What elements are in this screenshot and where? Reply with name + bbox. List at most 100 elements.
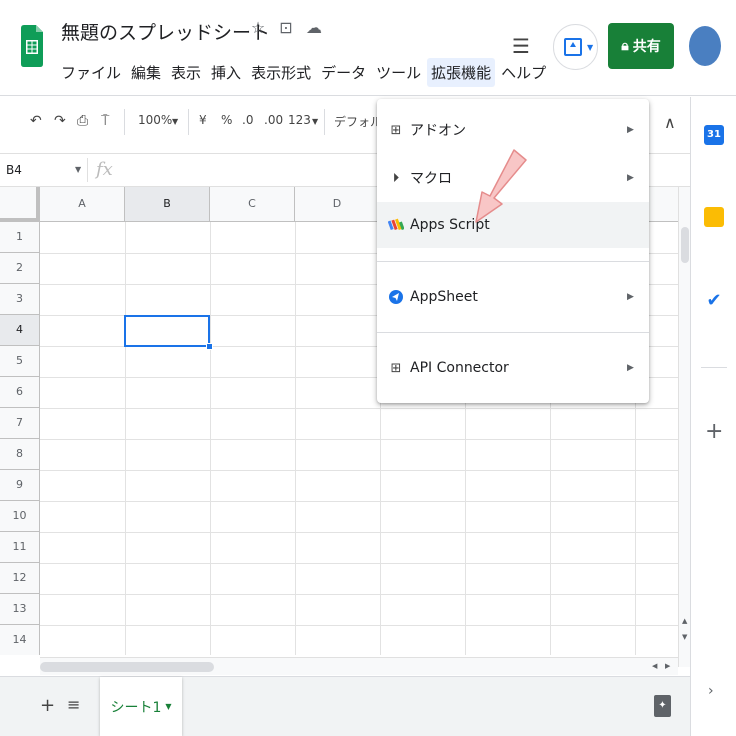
side-panel: 31 ✔ + › [690,97,736,736]
explore-icon[interactable]: ✦ [654,695,671,717]
tasks-icon[interactable]: ✔ [704,291,724,311]
row-header[interactable]: 12 [0,563,40,594]
column-header-d[interactable]: D [295,187,380,222]
sheet-tab-bar: + ≡ シート1 ▼ ✦ [0,676,690,736]
percent-button[interactable]: % [221,113,232,127]
expand-panel-icon[interactable]: › [708,683,714,699]
menu-extensions[interactable]: 拡張機能 [427,58,496,87]
extensions-menu: ⊞ アドオン ▶ ⏵ マクロ ▶ Apps Script AppSheet ▶ … [377,99,649,403]
share-label: 共有 [632,39,661,55]
cloud-status-icon[interactable]: ☁ [304,18,324,37]
number-format-button[interactable]: 123 [288,113,311,127]
zoom-select[interactable]: 100% [138,113,172,127]
scroll-up-icon[interactable]: ▲ [682,617,687,625]
column-header-b[interactable]: B [125,187,210,222]
app-header: 無題のスプレッドシート ☆ ⊡ ☁ ファイル 編集 表示 挿入 表示形式 データ… [0,0,736,96]
redo-icon[interactable]: ↷ [54,113,66,129]
menu-item-appsheet[interactable]: AppSheet ▶ [377,274,649,320]
chevron-right-icon: ▶ [627,363,634,373]
select-all-corner[interactable] [0,187,40,222]
undo-icon[interactable]: ↶ [30,113,42,129]
move-to-folder-icon[interactable]: ⊡ [276,18,296,37]
appsheet-icon [387,288,405,306]
chevron-down-icon[interactable]: ▼ [75,165,81,174]
menubar: ファイル 編集 表示 挿入 表示形式 データ ツール 拡張機能 ヘルプ [57,58,552,87]
menu-item-api-connector[interactable]: ⊞ API Connector ▶ [377,345,649,391]
row-header[interactable]: 5 [0,346,40,377]
row-header[interactable]: 7 [0,408,40,439]
get-addons-icon[interactable]: + [705,419,723,444]
annotation-arrow-icon [475,149,527,223]
scroll-left-icon[interactable]: ◀ [652,662,657,670]
menu-insert[interactable]: 挿入 [207,58,245,87]
apps-script-icon [387,216,405,234]
column-header-c[interactable]: C [210,187,295,222]
horizontal-scroll-thumb[interactable] [40,662,214,672]
all-sheets-icon[interactable]: ≡ [67,695,80,714]
row-header[interactable]: 3 [0,284,40,315]
menu-item-label: マクロ [410,171,452,187]
chevron-right-icon: ▶ [627,292,634,302]
decrease-decimal-button[interactable]: .0 [242,113,253,127]
keep-icon[interactable] [704,207,724,227]
sheets-logo-icon[interactable] [18,20,46,72]
horizontal-scrollbar[interactable]: ◀ ▶ [40,657,678,675]
sheet-tab[interactable]: シート1 ▼ [100,677,182,736]
row-header[interactable]: 4 [0,315,40,346]
menu-view[interactable]: 表示 [167,58,205,87]
increase-decimal-button[interactable]: .00 [264,113,283,127]
row-header[interactable]: 13 [0,594,40,625]
menu-tools[interactable]: ツール [372,58,425,87]
scroll-right-icon[interactable]: ▶ [665,662,670,670]
row-header[interactable]: 9 [0,470,40,501]
menu-edit[interactable]: 編集 [127,58,165,87]
print-icon[interactable]: ⎙ [77,113,88,129]
fill-handle[interactable] [206,343,213,350]
chevron-down-icon: ▼ [587,43,594,52]
menu-help[interactable]: ヘルプ [497,58,550,87]
name-box[interactable]: B4 [6,163,22,177]
column-header-a[interactable]: A [40,187,125,222]
comment-history-icon[interactable]: ☰ [512,34,530,58]
font-select[interactable]: デフォル [334,113,382,130]
chevron-down-icon[interactable]: ▼ [165,702,171,711]
fx-icon: fx [96,159,113,180]
paint-format-icon[interactable]: ⍑ [101,113,109,129]
menu-item-label: AppSheet [410,289,478,305]
currency-button[interactable]: ¥ [199,113,207,127]
chevron-right-icon: ▶ [627,125,634,135]
document-title[interactable]: 無題のスプレッドシート [61,18,270,45]
chevron-down-icon[interactable]: ▼ [172,117,178,126]
menu-file[interactable]: ファイル [57,58,125,87]
star-icon[interactable]: ☆ [248,18,268,37]
vertical-scrollbar[interactable]: ▲ ▼ [678,187,690,667]
api-connector-icon: ⊞ [390,360,402,376]
menu-data[interactable]: データ [317,58,370,87]
vertical-scroll-thumb[interactable] [681,227,689,263]
menu-format[interactable]: 表示形式 [247,58,315,87]
sheet-tab-label: シート1 [110,699,162,716]
scroll-down-icon[interactable]: ▼ [682,633,687,641]
menu-item-label: アドオン [410,123,466,139]
addon-icon: ⊞ [390,122,402,138]
macro-play-icon: ⏵ [392,170,400,186]
row-header[interactable]: 11 [0,532,40,563]
lock-icon: 🔒︎ [621,38,629,54]
calendar-icon[interactable]: 31 [704,125,724,145]
collapse-menus-icon[interactable]: ∧ [664,113,676,132]
present-icon [564,38,582,56]
row-header[interactable]: 14 [0,625,40,655]
row-header[interactable]: 8 [0,439,40,470]
present-button[interactable]: ▼ [553,24,598,70]
chevron-right-icon: ▶ [627,173,634,183]
add-sheet-icon[interactable]: + [40,695,55,716]
avatar[interactable] [689,26,721,66]
menu-item-addons[interactable]: ⊞ アドオン ▶ [377,107,649,153]
chevron-down-icon[interactable]: ▼ [312,117,318,126]
selected-cell-b4[interactable] [124,315,210,347]
row-header[interactable]: 1 [0,222,40,253]
row-header[interactable]: 10 [0,501,40,532]
row-header[interactable]: 2 [0,253,40,284]
row-header[interactable]: 6 [0,377,40,408]
share-button[interactable]: 🔒︎ 共有 [608,23,674,69]
